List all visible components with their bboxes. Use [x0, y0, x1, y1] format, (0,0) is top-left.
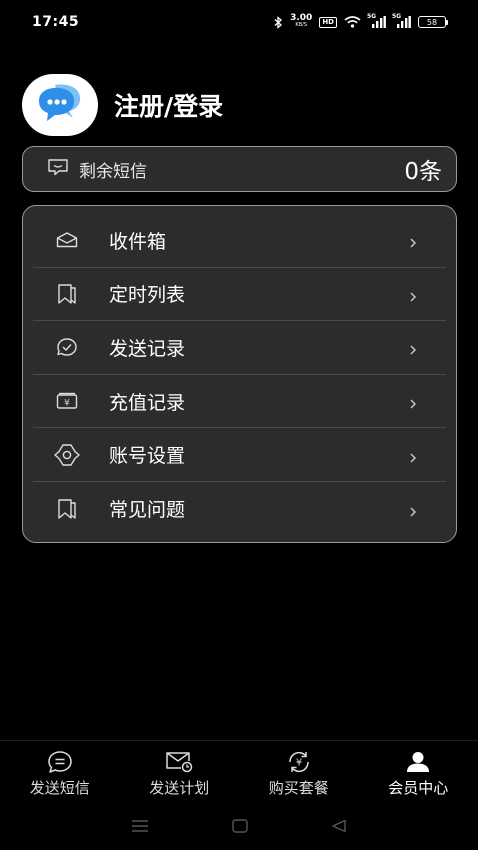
svg-text:¥: ¥ [64, 398, 70, 408]
bluetooth-icon [274, 15, 283, 29]
yen-refresh-icon: ¥ [286, 750, 312, 774]
network-speed: 3.00 KB/S [290, 13, 313, 29]
chat-bubbles-icon [33, 81, 87, 129]
nav-item-send-plan[interactable]: 发送计划 [120, 741, 240, 802]
sms-balance-value: 0条 [404, 159, 442, 185]
status-indicators: 3.00 KB/S HD 5G 5G 58 [274, 13, 448, 29]
user-icon [405, 750, 431, 774]
battery-level: 58 [418, 16, 446, 28]
chevron-right-icon [408, 288, 418, 302]
menu-item-inbox[interactable]: 收件箱 [33, 214, 446, 268]
network-speed-unit: KB/S [295, 22, 307, 28]
menu-item-label: 收件箱 [109, 230, 167, 253]
menu-item-label: 常见问题 [109, 499, 186, 522]
sms-balance-card: 剩余短信 0条 [22, 146, 457, 192]
avatar[interactable] [22, 74, 98, 136]
chevron-right-icon [408, 449, 418, 463]
signal-sim2: 5G [392, 13, 411, 28]
chat-icon [47, 750, 73, 774]
nav-item-label: 发送短信 [29, 779, 90, 797]
message-icon [47, 158, 69, 180]
sent-check-icon [51, 334, 83, 360]
wifi-icon [344, 16, 361, 28]
inbox-icon [51, 227, 83, 253]
menu-item-account-settings[interactable]: 账号设置 [33, 428, 446, 482]
chevron-right-icon [408, 395, 418, 409]
menu-item-label: 定时列表 [109, 284, 186, 307]
menu-item-faq[interactable]: 常见问题 [33, 482, 446, 536]
nav-item-label: 会员中心 [388, 779, 449, 797]
sms-balance-label: 剩余短信 [79, 161, 147, 182]
menu-item-send-records[interactable]: 发送记录 [33, 321, 446, 375]
bookmark-icon [51, 281, 83, 307]
menu-lines-icon[interactable] [131, 818, 149, 837]
chevron-right-icon [408, 341, 418, 355]
chevron-right-icon [408, 234, 418, 248]
back-triangle-icon[interactable] [331, 818, 347, 837]
status-bar: 17:45 3.00 KB/S HD 5G 5G 58 [0, 0, 478, 44]
bookmark-icon [51, 496, 83, 522]
menu-item-label: 充值记录 [109, 391, 186, 414]
signal-sim2-tag: 5G [392, 13, 402, 20]
menu-item-label: 账号设置 [109, 445, 186, 468]
nav-item-label: 发送计划 [149, 779, 210, 797]
wallet-yen-icon: ¥ [51, 388, 83, 414]
nav-item-buy-package[interactable]: ¥ 购买套餐 [239, 741, 359, 802]
mail-clock-icon [165, 750, 193, 774]
menu-item-recharge-records[interactable]: ¥ 充值记录 [33, 375, 446, 429]
home-square-icon[interactable] [232, 818, 248, 837]
battery-icon: 58 [418, 16, 448, 28]
nav-item-send-sms[interactable]: 发送短信 [0, 741, 120, 802]
menu-item-label: 发送记录 [109, 337, 186, 360]
system-nav-bar [0, 810, 478, 844]
gear-icon [51, 442, 83, 468]
signal-sim1-tag: 5G [367, 13, 377, 20]
bottom-nav: 发送短信 发送计划 ¥ 购买套餐 会员中心 [0, 740, 478, 802]
menu-list: 收件箱 定时列表 发送记录 ¥ 充值记录 账号设置 常见问题 [22, 205, 457, 543]
profile-header[interactable]: 注册/登录 [22, 74, 223, 136]
hd-badge: HD [319, 16, 337, 28]
login-register-link[interactable]: 注册/登录 [114, 87, 223, 123]
menu-item-schedule-list[interactable]: 定时列表 [33, 268, 446, 322]
svg-text:¥: ¥ [296, 758, 302, 769]
status-time: 17:45 [32, 14, 80, 30]
signal-sim1: 5G [367, 13, 386, 28]
nav-item-member-center[interactable]: 会员中心 [359, 741, 478, 802]
network-speed-value: 3.00 [290, 13, 313, 23]
chevron-right-icon [408, 503, 418, 517]
nav-item-label: 购买套餐 [268, 779, 329, 797]
